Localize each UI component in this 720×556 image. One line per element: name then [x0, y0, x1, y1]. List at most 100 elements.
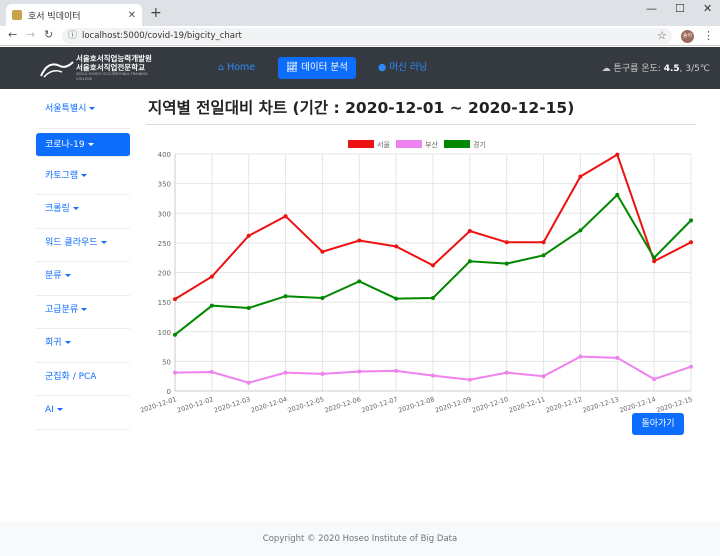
data-point: [209, 274, 214, 279]
data-point: [320, 249, 325, 254]
data-point: [578, 174, 583, 179]
close-window-icon[interactable]: ✕: [703, 2, 712, 15]
x-tick-label: 2020-12-12: [545, 395, 583, 414]
home-icon: ⌂: [218, 62, 225, 73]
y-tick-label: 50: [162, 358, 171, 366]
sidebar-item-seoul[interactable]: 서울특별시: [36, 95, 130, 129]
back-icon[interactable]: ←: [8, 28, 17, 41]
sidebar-item-covid19[interactable]: 코로나-19: [36, 132, 130, 157]
data-point: [541, 374, 546, 379]
weather-info: ☁ 튼구름 온도: 4.5, 3/5℃: [601, 64, 710, 74]
sidebar-item-label: 회귀: [45, 338, 62, 348]
y-tick-label: 100: [158, 329, 171, 337]
cloud-icon: ☁: [601, 64, 611, 74]
tab-title: 호서 빅데이터: [28, 11, 81, 22]
browser-menu-icon[interactable]: ⋮: [703, 29, 714, 42]
sidebar-item-clustering-pca[interactable]: 군집화 / PCA: [36, 363, 130, 396]
legend-label: 부산: [425, 140, 438, 149]
bookmark-star-icon[interactable]: ☆: [657, 29, 667, 42]
x-tick-label: 2020-12-15: [655, 395, 693, 414]
legend-swatch: [396, 140, 422, 148]
data-point: [541, 253, 546, 258]
forward-icon[interactable]: →: [26, 28, 35, 41]
y-tick-label: 400: [158, 151, 171, 159]
nav-data-analysis[interactable]: 📈︎ 데이터 분석: [278, 57, 356, 79]
minimize-icon[interactable]: —: [646, 2, 657, 15]
nav-home-label: Home: [227, 62, 256, 73]
y-tick-label: 0: [167, 388, 171, 396]
maximize-icon[interactable]: ☐: [675, 2, 685, 15]
data-point: [394, 368, 399, 373]
back-button[interactable]: 돌아가기: [632, 413, 684, 435]
site-logo[interactable]: 서울호서직업능력개발원 서울호서직업전문학교 SEOUL HOSEO OCCUP…: [38, 54, 156, 82]
y-tick-label: 200: [158, 270, 171, 278]
data-point: [431, 295, 435, 300]
data-point: [173, 297, 177, 302]
data-point: [246, 306, 251, 311]
top-navbar: 서울호서직업능력개발원 서울호서직업전문학교 SEOUL HOSEO OCCUP…: [0, 47, 720, 89]
sidebar-item-label: AI: [45, 405, 54, 415]
sidebar-item-cartogram[interactable]: 카토그램: [36, 162, 130, 195]
data-point: [467, 377, 472, 382]
sidebar-item-label: 분류: [45, 271, 62, 281]
data-point: [209, 303, 214, 308]
sidebar-item-crawling[interactable]: 크롤링: [36, 195, 130, 229]
data-point: [246, 233, 251, 238]
data-point: [504, 370, 509, 375]
data-point: [541, 240, 546, 245]
caret-down-icon: [64, 341, 71, 344]
data-point: [689, 364, 693, 369]
x-tick-label: 2020-12-13: [581, 395, 619, 414]
browser-tab[interactable]: 호서 빅데이터 ✕: [6, 4, 142, 26]
weather-range: 3/5℃: [685, 64, 710, 74]
page-title: 지역별 전일대비 차트 (기간 : 2020-12-01 ~ 2020-12-1…: [148, 99, 575, 117]
x-tick-label: 2020-12-02: [176, 395, 214, 414]
data-point: [246, 380, 251, 385]
caret-down-icon: [89, 107, 96, 110]
x-tick-label: 2020-12-08: [397, 395, 435, 414]
data-point: [689, 240, 693, 245]
sidebar-item-classification[interactable]: 분류: [36, 262, 130, 296]
data-point: [173, 370, 177, 375]
url-input[interactable]: ⓘ localhost:5000/covid-19/bigcity_chart: [62, 28, 672, 44]
data-point: [283, 294, 288, 299]
info-icon[interactable]: ⓘ: [68, 28, 77, 44]
nav-home[interactable]: ⌂ Home: [210, 57, 263, 79]
data-point: [283, 214, 288, 219]
favicon-icon: [12, 10, 22, 20]
new-tab-icon[interactable]: +: [150, 5, 162, 21]
legend-label: 경기: [473, 140, 486, 149]
data-point: [467, 259, 472, 264]
x-tick-label: 2020-12-09: [434, 395, 472, 414]
logo-line1: 서울호서직업능력개발원: [76, 54, 152, 63]
data-point: [173, 332, 177, 337]
data-point: [467, 229, 472, 234]
logo-mark-icon: [38, 56, 76, 80]
browser-tab-bar: 호서 빅데이터 ✕ + — ☐ ✕: [0, 0, 720, 26]
logo-line2: 서울호서직업전문학교: [76, 63, 145, 72]
nav-machine-learning[interactable]: ● 머신 러닝: [370, 57, 435, 79]
profile-avatar[interactable]: 송아: [681, 30, 694, 43]
sidebar-item-label: 워드 클라우드: [45, 237, 98, 248]
reload-icon[interactable]: ↻: [44, 28, 53, 41]
sidebar-item-wordcloud[interactable]: 워드 클라우드: [36, 229, 130, 262]
caret-down-icon: [56, 408, 63, 411]
sidebar-item-advanced-classification[interactable]: 고급분류: [36, 296, 130, 329]
sidebar: 서울특별시 코로나-19 카토그램 크롤링 워드 클라우드 분류 고급분류 회귀…: [36, 95, 130, 430]
data-point: [357, 369, 362, 374]
sidebar-item-label: 서울특별시: [45, 104, 87, 114]
caret-down-icon: [87, 142, 94, 146]
legend-label: 서울: [377, 140, 390, 149]
data-point: [431, 263, 435, 268]
sidebar-item-regression[interactable]: 회귀: [36, 329, 130, 363]
sidebar-item-label: 코로나-19: [45, 139, 85, 150]
sidebar-item-ai[interactable]: AI: [36, 396, 130, 430]
x-tick-label: 2020-12-03: [213, 395, 251, 414]
weather-label: 튼구름 온도:: [613, 64, 661, 74]
data-point: [652, 377, 657, 382]
legend-swatch: [444, 140, 470, 148]
legend-swatch: [348, 140, 374, 148]
data-point: [394, 296, 399, 301]
data-point: [689, 218, 693, 223]
close-tab-icon[interactable]: ✕: [128, 10, 136, 21]
